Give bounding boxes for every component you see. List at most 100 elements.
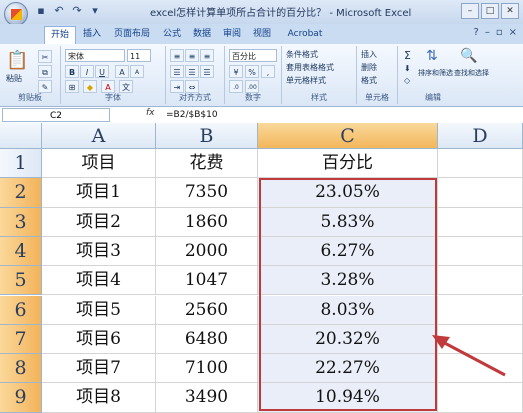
office-button[interactable] [4,2,28,26]
cell-d6[interactable] [438,295,523,325]
row-header-1[interactable]: 1 [0,149,42,179]
ribbon-close-icon[interactable]: × [509,27,517,38]
cell-a2[interactable]: 项目1 [42,178,156,208]
undo-icon[interactable]: ↶ [52,4,66,18]
row-header-6[interactable]: 6 [0,295,42,325]
cell-b8[interactable]: 7100 [156,354,258,384]
tab-view[interactable]: 视图 [250,26,274,43]
align-bottom-icon[interactable]: ≡ [200,49,214,62]
paste-button[interactable]: 粘贴 [6,73,22,84]
cell-b2[interactable]: 7350 [156,178,258,208]
grow-font-button[interactable]: A [115,65,129,78]
cell-a8[interactable]: 项目7 [42,354,156,384]
format-cells-button[interactable]: 格式 [361,75,377,86]
cell-b4[interactable]: 2000 [156,236,258,267]
cut-icon[interactable]: ✂ [38,50,52,63]
column-header-b[interactable]: B [156,123,258,149]
comma-button[interactable]: , [261,65,275,78]
row-header-2[interactable]: 2 [0,178,42,208]
save-icon[interactable]: ▪ [34,4,48,18]
cell-b9[interactable]: 3490 [156,383,258,413]
copy-icon[interactable]: ⧉ [38,65,52,78]
fill-icon[interactable]: ⬇ [404,64,411,73]
delete-cells-button[interactable]: 删除 [361,62,377,73]
cell-c6[interactable]: 8.03% [258,295,438,325]
cell-b3[interactable]: 1860 [156,207,258,237]
cell-c4[interactable]: 6.27% [258,236,438,267]
underline-button[interactable]: U [95,65,109,78]
font-name-select[interactable]: 宋体 [65,49,125,62]
cell-c3[interactable]: 5.83% [258,207,438,237]
tab-insert[interactable]: 插入 [80,26,104,43]
row-header-7[interactable]: 7 [0,324,42,355]
sort-filter-icon[interactable]: ⇅ [426,48,438,64]
autosum-button[interactable]: Σ [404,49,411,62]
cell-c5[interactable]: 3.28% [258,266,438,296]
cell-d9[interactable] [438,383,523,413]
find-select-icon[interactable]: 🔍 [460,48,477,64]
row-header-8[interactable]: 8 [0,354,42,384]
maximize-button[interactable]: □ [481,3,499,19]
tab-acrobat[interactable]: Acrobat [284,26,326,43]
cell-a9[interactable]: 项目8 [42,383,156,413]
font-size-select[interactable]: 11 [127,49,151,62]
tab-page-layout[interactable]: 页面布局 [110,26,154,43]
cell-d3[interactable] [438,207,523,237]
cell-a1[interactable]: 项目 [42,149,156,179]
percent-button[interactable]: % [245,65,259,78]
sort-filter-button[interactable]: 排序和筛选 [418,68,453,78]
cell-b6[interactable]: 2560 [156,295,258,325]
close-button[interactable]: ✕ [501,3,519,19]
align-middle-icon[interactable]: ≡ [185,49,199,62]
cell-a6[interactable]: 项目5 [42,295,156,325]
tab-review[interactable]: 审阅 [220,26,244,43]
align-center-icon[interactable]: ☰ [185,65,199,78]
column-header-c[interactable]: C [258,123,438,149]
cell-c9[interactable]: 10.94% [258,383,438,413]
row-header-5[interactable]: 5 [0,266,42,296]
align-right-icon[interactable]: ☰ [200,65,214,78]
cell-d8[interactable] [438,354,523,384]
tab-data[interactable]: 数据 [190,26,214,43]
cell-d2[interactable] [438,178,523,208]
cell-a7[interactable]: 项目6 [42,324,156,355]
redo-icon[interactable]: ↷ [70,4,84,18]
number-format-select[interactable]: 百分比 [229,49,277,62]
help-icon[interactable]: ? [474,27,479,38]
cell-c7[interactable]: 20.32% [258,324,438,355]
row-header-3[interactable]: 3 [0,207,42,237]
paste-icon[interactable]: 📋 [6,50,28,71]
cell-c1[interactable]: 百分比 [258,149,438,179]
dropdown-icon[interactable]: ▾ [88,4,102,18]
column-header-d[interactable]: D [438,123,523,149]
currency-icon[interactable]: ¥ [229,65,243,78]
align-top-icon[interactable]: ≡ [170,49,184,62]
cell-b7[interactable]: 6480 [156,324,258,355]
cell-d7[interactable] [438,324,523,355]
cell-styles-button[interactable]: 单元格样式 [286,75,326,86]
insert-cells-button[interactable]: 插入 [361,49,377,60]
tab-formulas[interactable]: 公式 [160,26,184,43]
cell-d4[interactable] [438,236,523,267]
cell-c8[interactable]: 22.27% [258,354,438,384]
align-left-icon[interactable]: ☰ [170,65,184,78]
clear-icon[interactable]: ◇ [404,76,410,85]
cell-b1[interactable]: 花费 [156,149,258,179]
cell-a4[interactable]: 项目3 [42,236,156,267]
fx-icon[interactable]: fx [146,108,155,118]
cell-d5[interactable] [438,266,523,296]
conditional-format-button[interactable]: 条件格式 [286,49,318,60]
cell-c2[interactable]: 23.05% [258,178,438,208]
cell-a5[interactable]: 项目4 [42,266,156,296]
name-box[interactable]: C2 [2,108,110,122]
shrink-font-button[interactable]: A [130,65,144,78]
ribbon-restore-icon[interactable]: ▫ [496,27,503,38]
row-header-4[interactable]: 4 [0,236,42,267]
bold-button[interactable]: B [65,65,79,78]
column-header-a[interactable]: A [42,123,156,149]
italic-button[interactable]: I [80,65,94,78]
select-all-corner[interactable] [0,123,42,149]
format-as-table-button[interactable]: 套用表格格式 [286,62,334,73]
minimize-button[interactable]: – [461,3,479,19]
row-header-9[interactable]: 9 [0,383,42,413]
